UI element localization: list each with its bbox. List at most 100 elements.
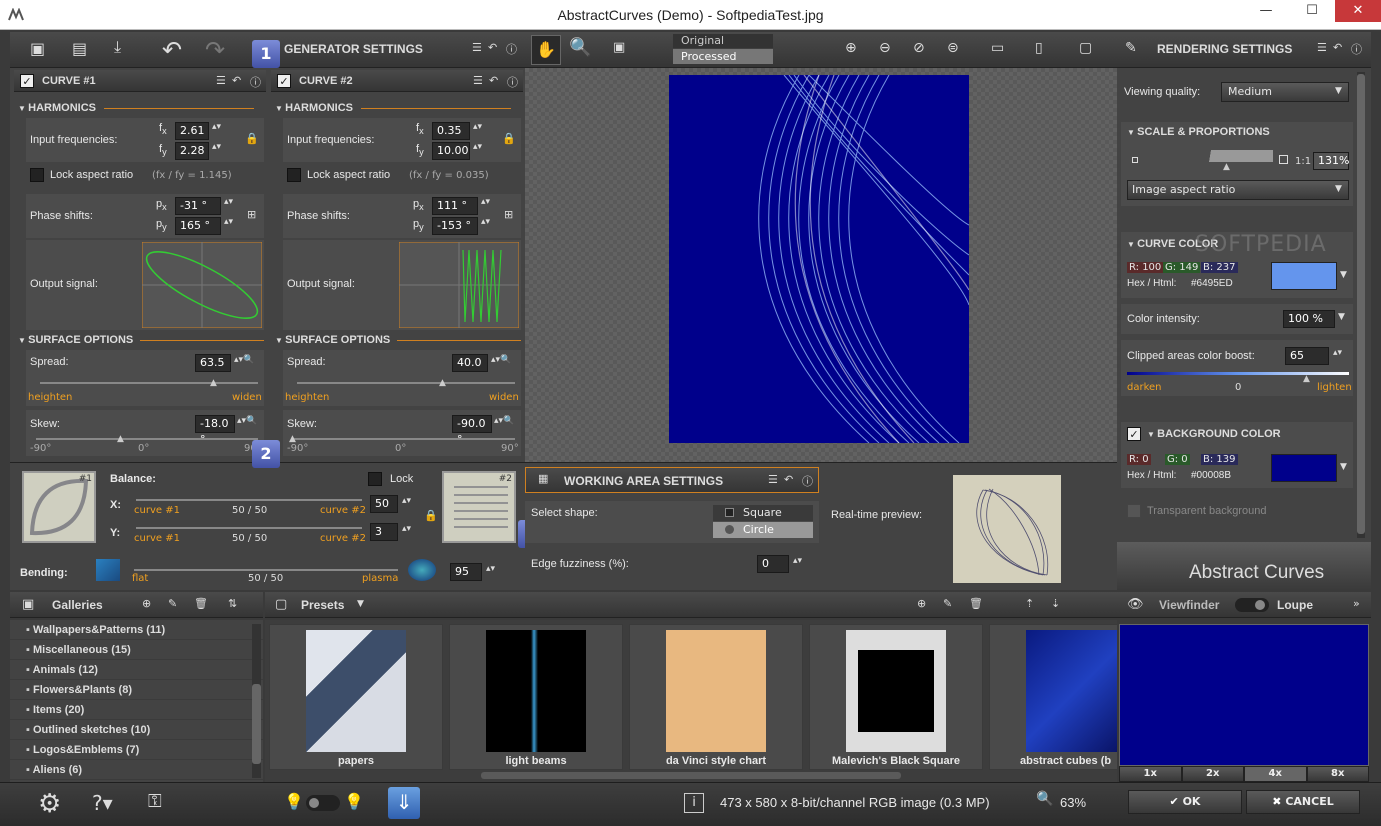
curve-1-spread-slider[interactable] (40, 382, 258, 384)
zoom-options-icon[interactable]: ⊜ (947, 40, 959, 56)
gallery-item[interactable]: Logos&Emblems (7) (10, 740, 263, 760)
curve-2-enable-checkbox[interactable]: ✓ (277, 74, 291, 88)
plasma-bending-icon[interactable] (408, 559, 436, 581)
viewing-quality-select[interactable]: Medium (1221, 82, 1349, 102)
curve-1-fx-input[interactable]: 2.61 (175, 122, 209, 140)
fullscreen-icon[interactable]: ▢ (1079, 40, 1092, 56)
image-info-icon[interactable]: i (684, 793, 704, 813)
curve-1-thumbnail[interactable]: #1 (22, 471, 96, 543)
balance-x-input[interactable]: 50 (370, 495, 398, 513)
curve-color-swatch[interactable] (1271, 262, 1337, 290)
curve-1-info-icon[interactable]: ⓘ (250, 74, 261, 90)
curve-1-py-input[interactable]: 165 ° (175, 217, 221, 235)
bending-slider[interactable] (134, 569, 398, 571)
save-download-icon[interactable]: ⤓ (114, 37, 121, 57)
open-folder-icon[interactable]: ▤ (72, 39, 87, 58)
balance-y-input[interactable]: 3 (370, 523, 398, 541)
background-color-swatch[interactable] (1271, 454, 1337, 482)
gallery-sort-icon[interactable]: ⇅ (228, 597, 237, 610)
curve-2-spread-input[interactable]: 40.0 (452, 354, 488, 372)
bending-input[interactable]: 95 (450, 563, 482, 581)
curve-2-thumbnail[interactable]: #2 (442, 471, 516, 543)
color-intensity-chevron-icon[interactable]: ▼ (1338, 312, 1345, 322)
curve-1-spread-thumb[interactable]: ▲ (210, 378, 217, 388)
zoom-out-icon[interactable]: ⊖ (879, 40, 891, 56)
image-view-icon[interactable]: ▣ (613, 40, 625, 55)
light-off-icon[interactable]: 💡 (284, 792, 304, 811)
curve-2-px-stepper[interactable]: ▴▾ (481, 197, 490, 207)
hand-tool-icon[interactable]: ✋ (531, 35, 561, 65)
gallery-delete-icon[interactable]: 🗑 (194, 597, 208, 610)
menu-icon[interactable]: ☰ (472, 41, 482, 54)
zoom-8x-button[interactable]: 8x (1306, 766, 1369, 782)
transparent-background-checkbox[interactable] (1127, 504, 1141, 518)
new-image-icon[interactable]: ▣ (30, 39, 45, 58)
bending-stepper[interactable]: ▴▾ (486, 564, 495, 574)
gallery-item[interactable]: Flowers&Plants (8) (10, 680, 263, 700)
curve-1-freq-lock-icon[interactable]: 🔒 (245, 132, 259, 145)
preset-edit-icon[interactable]: ✎ (943, 597, 952, 610)
zoom-tool-icon[interactable]: 🔍 (569, 37, 591, 58)
rendering-scrollbar[interactable] (1357, 72, 1365, 538)
scale-slider[interactable] (1147, 150, 1273, 162)
cancel-button[interactable]: ✖ CANCEL (1246, 790, 1360, 814)
viewfinder-preview[interactable] (1119, 624, 1369, 766)
curve-1-lock-checkbox[interactable] (30, 168, 44, 182)
curve-2-skew-slider[interactable] (293, 438, 515, 440)
balance-lock-checkbox[interactable] (368, 472, 382, 486)
reset-icon[interactable]: ↶ (488, 41, 497, 54)
background-color-checkbox[interactable]: ✓ (1127, 427, 1141, 441)
curve-2-spread-stepper[interactable]: ▴▾🔍 (491, 355, 511, 365)
preset-card[interactable]: papers (269, 624, 443, 770)
curve-2-harmonics-section[interactable]: HARMONICS (275, 102, 353, 114)
settings-gear-icon[interactable]: ⚙ (38, 789, 61, 819)
expand-icon[interactable]: » (1353, 597, 1360, 610)
close-button[interactable]: ✕ (1335, 0, 1381, 22)
curve-2-px-input[interactable]: 111 ° (432, 197, 478, 215)
light-on-icon[interactable]: 💡 (344, 792, 364, 811)
gallery-item[interactable]: Animals (12) (10, 660, 263, 680)
curve-2-fy-stepper[interactable]: ▴▾ (473, 142, 482, 152)
curve-1-harmonics-section[interactable]: HARMONICS (18, 102, 96, 114)
actual-size-icon[interactable]: ▯ (1035, 40, 1043, 56)
curve-2-reset-icon[interactable]: ↶ (489, 74, 498, 87)
color-intensity-input[interactable]: 100 % (1283, 310, 1335, 328)
curve-1-reset-icon[interactable]: ↶ (232, 74, 241, 87)
curve-2-info-icon[interactable]: ⓘ (507, 74, 518, 90)
working-info-icon[interactable]: ⓘ (802, 473, 813, 489)
presets-scrollbar[interactable] (481, 772, 901, 779)
curve-1-enable-checkbox[interactable]: ✓ (20, 74, 34, 88)
scale-slider-thumb[interactable]: ▲ (1223, 162, 1230, 172)
zoom-4x-button[interactable]: 4x (1244, 766, 1307, 782)
light-toggle[interactable] (306, 795, 340, 811)
curve-2-lock-checkbox[interactable] (287, 168, 301, 182)
curve-1-skew-input[interactable]: -18.0 ° (195, 415, 235, 446)
color-boost-slider[interactable] (1127, 372, 1349, 375)
working-menu-icon[interactable]: ☰ (768, 473, 778, 486)
working-reset-icon[interactable]: ↶ (784, 473, 793, 486)
gallery-item[interactable]: Miscellaneous (15) (10, 640, 263, 660)
preset-card[interactable]: light beams (449, 624, 623, 770)
minimize-button[interactable]: — (1243, 0, 1289, 22)
license-key-icon[interactable]: ⚿ (148, 791, 162, 812)
preset-upload-icon[interactable]: ⇡ (1025, 597, 1034, 610)
viewing-quality-chevron-icon[interactable]: ▼ (1335, 86, 1342, 96)
curve-2-skew-input[interactable]: -90.0 ° (452, 415, 492, 446)
gallery-item[interactable]: Outlined sketches (10) (10, 720, 263, 740)
curve-2-freq-lock-icon[interactable]: 🔒 (502, 132, 516, 145)
loupe-title[interactable]: Loupe (1277, 598, 1313, 612)
preset-add-icon[interactable]: ⊕ (917, 597, 926, 610)
curve-2-spread-thumb[interactable]: ▲ (439, 378, 446, 388)
curve-2-skew-stepper[interactable]: ▴▾🔍 (494, 416, 514, 426)
curve-2-spread-slider[interactable] (297, 382, 515, 384)
curve-2-py-stepper[interactable]: ▴▾ (481, 217, 490, 227)
undo-icon[interactable]: ↶ (162, 36, 182, 64)
curve-1-fx-stepper[interactable]: ▴▾ (212, 122, 221, 132)
edge-fuzziness-input[interactable]: 0 (757, 555, 789, 573)
redo-icon[interactable]: ↷ (205, 36, 225, 64)
curve-1-skew-thumb[interactable]: ▲ (117, 434, 124, 444)
curve-2-fy-input[interactable]: 10.00 (432, 142, 470, 160)
balance-x-stepper[interactable]: ▴▾ (402, 496, 411, 506)
color-boost-thumb[interactable]: ▲ (1303, 374, 1310, 384)
aspect-ratio-select[interactable]: Image aspect ratio (1127, 180, 1349, 200)
